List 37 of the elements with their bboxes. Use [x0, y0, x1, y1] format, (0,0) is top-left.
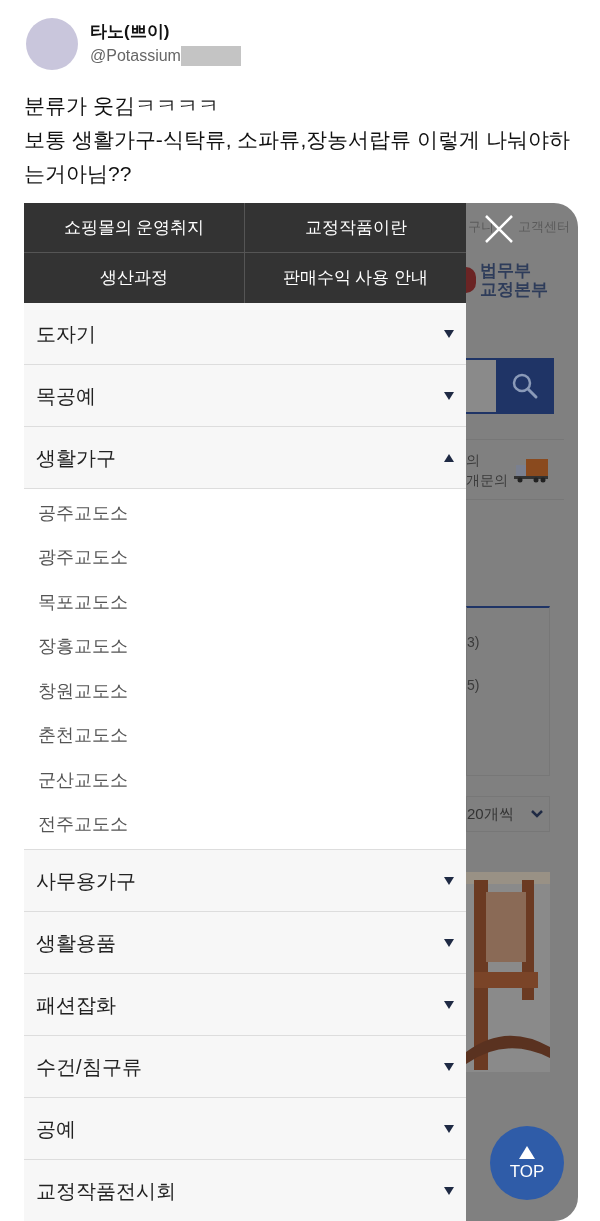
top-button[interactable]: TOP — [490, 1126, 564, 1200]
category-item[interactable]: 사무용가구 — [24, 850, 466, 912]
subcategory-item[interactable]: 전주교도소 — [24, 802, 466, 847]
search-icon — [511, 372, 539, 400]
category-item[interactable]: 수건/침구류 — [24, 1036, 466, 1098]
subcategory-item[interactable]: 공주교도소 — [24, 491, 466, 536]
truck-icon — [514, 456, 550, 483]
count-text: 5) — [467, 676, 481, 695]
user-handle: @Potassium — [90, 46, 181, 67]
display-name: 타노(쁘이) — [90, 20, 171, 43]
category-item[interactable]: 생활가구 — [24, 427, 466, 489]
category-item[interactable]: 공예 — [24, 1098, 466, 1160]
subcategory-item[interactable]: 광주교도소 — [24, 535, 466, 580]
avatar — [26, 17, 78, 70]
redaction-bar — [180, 46, 241, 67]
search-button[interactable] — [496, 358, 554, 414]
menu-link[interactable]: 교정작품이란 — [245, 203, 466, 253]
count-text: 3) — [467, 633, 481, 652]
notice-text: 의 개문의 — [466, 450, 508, 490]
menu-link[interactable]: 쇼핑몰의 운영취지 — [24, 203, 245, 253]
subcategory-item[interactable]: 춘천교도소 — [24, 713, 466, 758]
subcategory-item[interactable]: 장흥교도소 — [24, 624, 466, 669]
subcategory-item[interactable]: 군산교도소 — [24, 758, 466, 803]
category-item[interactable]: 도자기 — [24, 303, 466, 365]
subcategory-item[interactable]: 창원교도소 — [24, 669, 466, 714]
triangle-up-icon — [519, 1145, 535, 1159]
category-item[interactable]: 목공예 — [24, 365, 466, 427]
category-item[interactable]: 패션잡화 — [24, 974, 466, 1036]
category-item[interactable]: 교정작품전시회 — [24, 1160, 466, 1221]
chevron-icon — [531, 810, 543, 818]
logo-text: 법무부 교정본부 — [480, 261, 548, 299]
logo-icon — [466, 267, 476, 293]
menu-link[interactable]: 판매수익 사용 안내 — [245, 253, 466, 303]
category-item[interactable]: 생활용품 — [24, 912, 466, 974]
subcategory-item[interactable]: 목포교도소 — [24, 580, 466, 625]
tweet-text: 분류가 웃김ㅋㅋㅋㅋ 보통 생활가구-식탁류, 소파류,장농서랍류 이렇게 나눠야하 는거아님?? — [23, 93, 571, 187]
search-field[interactable] — [466, 358, 496, 414]
